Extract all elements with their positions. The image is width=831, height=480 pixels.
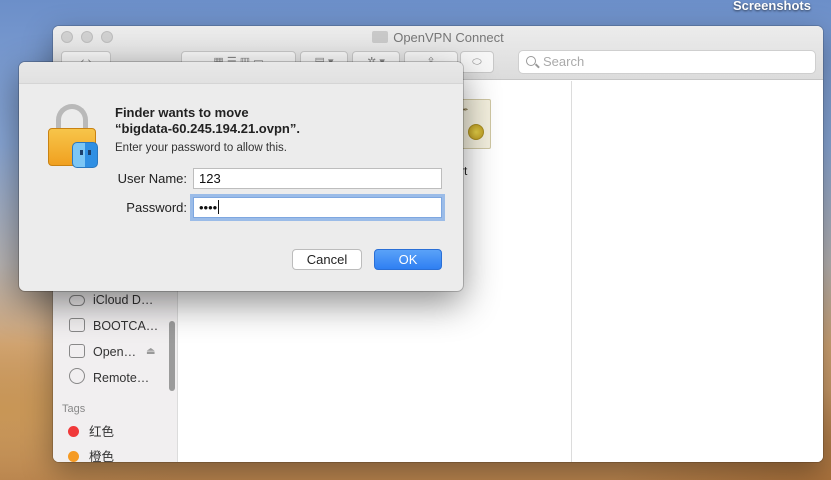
username-label: User Name:	[117, 171, 187, 186]
lock-icon	[48, 104, 98, 168]
search-input[interactable]: Search	[518, 50, 816, 74]
seal-icon	[468, 124, 484, 140]
orange-tag-icon	[68, 451, 79, 462]
sidebar-item-remote-disc[interactable]: Remote…	[69, 368, 149, 388]
dialog-titlebar	[19, 62, 463, 84]
sidebar-item-openvpn[interactable]: Open…	[69, 342, 136, 362]
authentication-dialog: Finder wants to move “bigdata-60.245.194…	[19, 62, 463, 291]
eject-icon[interactable]: ⏏	[146, 346, 155, 357]
desktop-folder-label[interactable]: Screenshots	[733, 0, 811, 13]
search-icon	[526, 56, 536, 66]
password-label: Password:	[126, 200, 187, 215]
search-placeholder: Search	[543, 54, 585, 69]
finder-icon	[72, 142, 98, 168]
password-field[interactable]: ••••	[193, 197, 442, 218]
disk-icon	[69, 318, 85, 332]
folder-icon	[372, 31, 389, 43]
disc-icon	[69, 368, 85, 384]
sidebar-tag-orange[interactable]: 橙色	[62, 447, 114, 462]
cloud-icon	[69, 295, 85, 306]
dialog-title: Finder wants to move “bigdata-60.245.194…	[115, 105, 300, 136]
column-divider[interactable]	[571, 81, 572, 462]
sidebar-item-icloud[interactable]: iCloud D…	[69, 290, 153, 310]
sidebar-scrollbar[interactable]	[169, 321, 175, 391]
ok-button[interactable]: OK	[374, 249, 442, 270]
username-field[interactable]: 123	[193, 168, 442, 189]
cancel-button[interactable]: Cancel	[292, 249, 362, 270]
dialog-subtitle: Enter your password to allow this.	[115, 142, 287, 154]
sidebar-tag-red[interactable]: 红色	[62, 422, 114, 442]
red-tag-icon	[68, 426, 79, 437]
drive-icon	[69, 344, 85, 358]
tags-header: Tags	[62, 403, 86, 415]
window-title: OpenVPN Connect	[53, 30, 823, 45]
sidebar-item-bootcamp[interactable]: BOOTCA…	[69, 316, 158, 336]
edit-tags-button[interactable]: ⬭	[460, 51, 494, 73]
